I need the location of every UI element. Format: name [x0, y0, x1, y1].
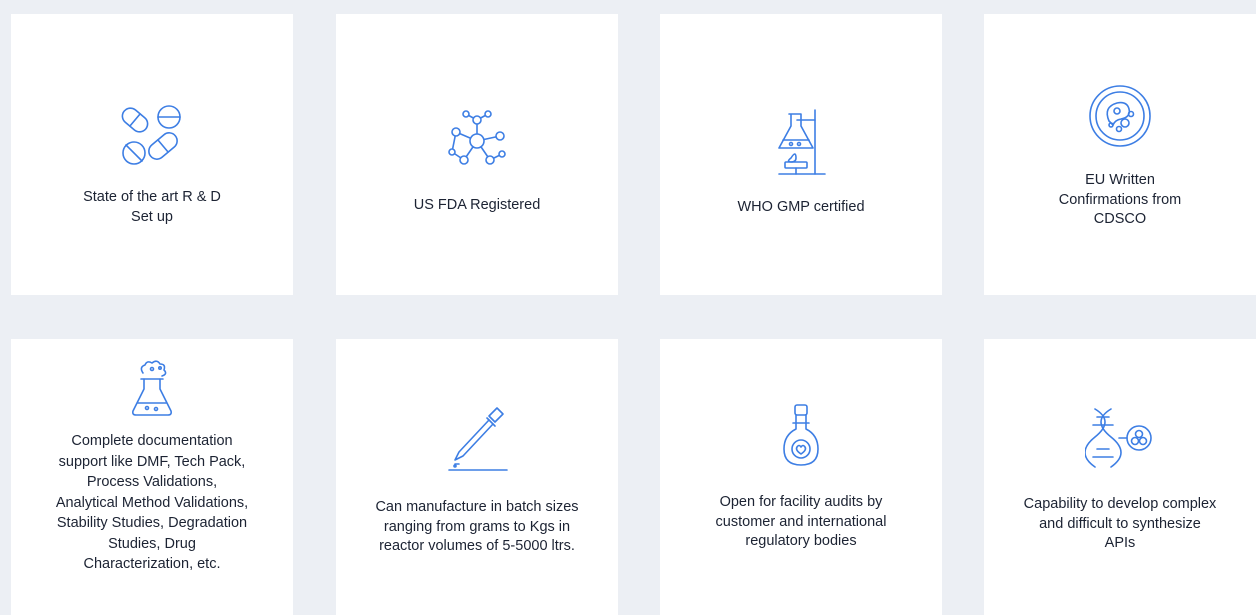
feature-label: State of the art R & D Set up: [83, 189, 221, 225]
feature-label: Complete documentation support like DMF, …: [55, 433, 249, 572]
feature-label: US FDA Registered: [413, 196, 541, 213]
molecule-icon: [442, 108, 512, 174]
feature-label: Open for facility audits by customer and …: [715, 494, 887, 549]
feature-card-who-gmp: WHO GMP certified: [660, 14, 942, 295]
feature-card-batch-sizes: Can manufacture in batch sizes ranging fr…: [336, 339, 618, 615]
round-flask-icon: [779, 403, 823, 473]
feature-label: EU Written Confirmations from CDSCO: [1058, 172, 1182, 228]
feature-card-rnd: State of the art R & D Set up: [11, 14, 293, 295]
feature-card-complex-apis: Capability to develop complex and difficu…: [984, 339, 1256, 615]
petri-dish-icon: [1087, 83, 1153, 149]
feature-card-eu-written: EU Written Confirmations from CDSCO: [984, 14, 1256, 295]
feature-card-fda: US FDA Registered: [336, 14, 618, 295]
feature-card-facility-audits: Open for facility audits by customer and …: [660, 339, 942, 615]
lab-flask-stand-icon: [771, 106, 831, 178]
feature-label: Can manufacture in batch sizes ranging fr…: [375, 499, 579, 554]
dna-cell-icon: [1085, 405, 1155, 471]
feature-label: WHO GMP certified: [737, 198, 865, 215]
pipette-icon: [445, 404, 509, 476]
feature-label: Capability to develop complex and difficu…: [1023, 496, 1217, 551]
pills-icon: [117, 102, 187, 168]
feature-card-documentation: Complete documentation support like DMF, …: [11, 339, 293, 615]
erlenmeyer-flask-icon: [129, 359, 175, 417]
